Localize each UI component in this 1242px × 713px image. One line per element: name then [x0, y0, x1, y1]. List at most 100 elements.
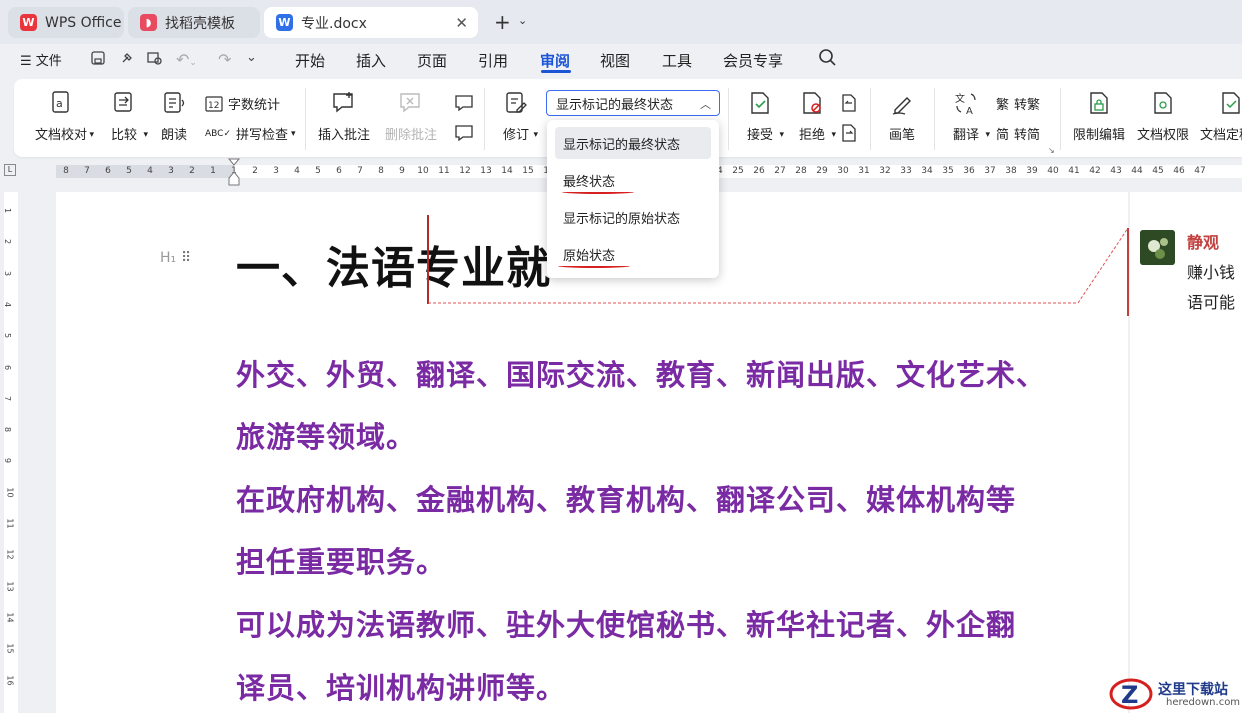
next-comment-button[interactable] [454, 124, 479, 142]
red-underline-annotation [558, 264, 630, 268]
paragraph-line-3[interactable]: 在政府机构、金融机构、教育机构、翻译公司、媒体机构等 [236, 477, 1016, 519]
menu-tools[interactable]: 工具 [662, 50, 692, 71]
ruler-tick: 8 [378, 166, 384, 176]
new-tab-icon[interactable]: + [494, 10, 511, 34]
ruler-tick: 36 [963, 166, 975, 176]
to-traditional-button[interactable]: 繁 转繁 [996, 94, 1040, 113]
ruler-tick: 29 [816, 166, 828, 176]
paragraph-line-5[interactable]: 可以成为法语教师、驻外大使馆秘书、新华社记者、外企翻 [236, 602, 1016, 644]
group-launcher-icon[interactable]: ↘ [1048, 146, 1055, 155]
delete-comment-button[interactable]: 删除批注 [382, 90, 440, 143]
option-final-showing-markup[interactable]: 显示标记的最终状态 [555, 127, 711, 159]
vertical-ruler-tick: 2 [3, 239, 13, 245]
close-tab-icon[interactable]: ✕ [455, 14, 468, 32]
vertical-ruler-tick: 13 [5, 581, 15, 592]
tab-document[interactable]: W 专业.docx ✕ [264, 7, 478, 38]
redo-icon[interactable]: ↷ [218, 50, 231, 69]
ruler-tick: 42 [1089, 166, 1101, 176]
svg-text:12: 12 [208, 101, 219, 111]
pen-button[interactable]: 画笔 [886, 90, 918, 143]
ruler-tick: 2 [252, 166, 258, 176]
menu-start[interactable]: 开始 [295, 50, 325, 71]
ribbon-divider [484, 88, 485, 150]
doc-proofread-icon: a [52, 91, 69, 113]
paragraph-line-1[interactable]: 外交、外贸、翻译、国际交流、教育、新闻出版、文化艺术、 [236, 352, 1046, 394]
menu-review[interactable]: 审阅 [540, 50, 570, 71]
ruler-tick: 4 [294, 166, 300, 176]
menu-view[interactable]: 视图 [600, 50, 630, 71]
drag-handle-icon[interactable]: ⠿ [181, 250, 191, 266]
document-heading[interactable]: 一、法语专业就 [236, 232, 551, 296]
next-change-button[interactable] [840, 124, 863, 142]
comment-text[interactable]: 语可能 [1187, 289, 1235, 313]
tab-stop-selector[interactable]: L [4, 164, 16, 176]
simplified-icon: 简 [996, 128, 1010, 143]
restrict-edit-label: 限制编辑 [1072, 128, 1125, 143]
read-aloud-label: 朗读 [160, 128, 187, 143]
ruler-tick: 45 [1152, 166, 1164, 176]
comment-marker-bar [1127, 228, 1129, 316]
spell-check-button[interactable]: ABC✓ 拼写检查 ▾ [205, 124, 296, 143]
tab-wps-office[interactable]: W WPS Office [8, 7, 124, 38]
menu-insert[interactable]: 插入 [356, 50, 386, 71]
reject-button[interactable]: 拒绝 ▾ [792, 90, 836, 143]
accept-icon [751, 92, 769, 114]
vertical-ruler-tick: 6 [3, 364, 13, 370]
chevron-down-icon[interactable]: ⌄ [518, 14, 527, 27]
ruler-tick: 12 [459, 166, 471, 176]
doc-proofread-button[interactable]: a 文档校对 ▾ [28, 90, 94, 143]
translate-button[interactable]: 文A 翻译 ▾ [946, 90, 990, 143]
doc-permission-button[interactable]: 文档权限 [1136, 90, 1190, 143]
ribbon-divider [934, 88, 935, 150]
menu-membership[interactable]: 会员专享 [723, 50, 783, 71]
undo-icon[interactable]: ↶⌄ [176, 50, 197, 69]
ruler-tick: 34 [921, 166, 933, 176]
quick-access-more-icon[interactable]: ⌄ [246, 50, 257, 65]
markup-mode-select[interactable]: 显示标记的最终状态 ︿ [546, 90, 720, 116]
menu-references[interactable]: 引用 [478, 50, 508, 71]
restrict-edit-button[interactable]: 限制编辑 [1072, 90, 1126, 143]
ribbon-divider [728, 88, 729, 150]
tab-docer-templates[interactable]: ◗ 找稻壳模板 [128, 7, 260, 38]
tab-label: 专业.docx [301, 15, 367, 32]
save-icon[interactable] [90, 50, 106, 70]
heading-level-icon[interactable]: H₁ [160, 250, 176, 266]
ruler-tick: 4 [147, 166, 153, 176]
menu-page[interactable]: 页面 [417, 50, 447, 71]
search-icon[interactable] [818, 48, 837, 71]
read-aloud-button[interactable]: 朗读 [158, 90, 190, 143]
accept-button[interactable]: 接受 ▾ [740, 90, 784, 143]
to-simplified-button[interactable]: 简 转简 [996, 124, 1040, 143]
indent-marker[interactable] [227, 158, 241, 186]
track-changes-button[interactable]: 修订 ▾ [496, 90, 538, 143]
docer-icon: ◗ [140, 14, 157, 31]
print-preview-icon[interactable] [146, 50, 164, 70]
ruler-tick: 26 [753, 166, 765, 176]
word-count-button[interactable]: 12 字数统计 [205, 94, 280, 113]
paragraph-line-2[interactable]: 旅游等领域。 [236, 414, 416, 456]
file-menu[interactable]: ☰ 文件 [20, 50, 62, 69]
doc-finalize-button[interactable]: 文档定稿 [1200, 90, 1242, 143]
comment-text[interactable]: 赚小钱 [1187, 259, 1235, 283]
markup-mode-dropdown: 显示标记的最终状态 最终状态 显示标记的原始状态 原始状态 [547, 120, 719, 278]
ruler-tick: 3 [273, 166, 279, 176]
ruler-tick: 10 [417, 166, 429, 176]
ruler-tick: 31 [858, 166, 870, 176]
ruler-tick: 39 [1026, 166, 1038, 176]
format-painter-icon[interactable] [119, 50, 135, 70]
ruler-tick: 7 [84, 166, 90, 176]
previous-comment-button[interactable] [454, 94, 479, 112]
paragraph-line-4[interactable]: 担任重要职务。 [236, 539, 446, 581]
watermark-logo: Z [1108, 676, 1154, 712]
insert-comment-icon [333, 92, 353, 113]
paragraph-line-6[interactable]: 译员、培训机构讲师等。 [236, 665, 566, 707]
previous-change-button[interactable] [840, 94, 863, 112]
option-original-showing-markup[interactable]: 显示标记的原始状态 [555, 201, 711, 233]
ruler-tick: 28 [795, 166, 807, 176]
compare-button[interactable]: 比较 ▾ [104, 90, 148, 143]
vertical-ruler-tick: 12 [5, 549, 15, 560]
watermark-text: 这里下载站 [1158, 682, 1228, 698]
insert-comment-button[interactable]: 插入批注 [318, 90, 370, 143]
tab-label: 找稻壳模板 [165, 15, 235, 32]
vertical-ruler-tick: 14 [5, 612, 15, 623]
